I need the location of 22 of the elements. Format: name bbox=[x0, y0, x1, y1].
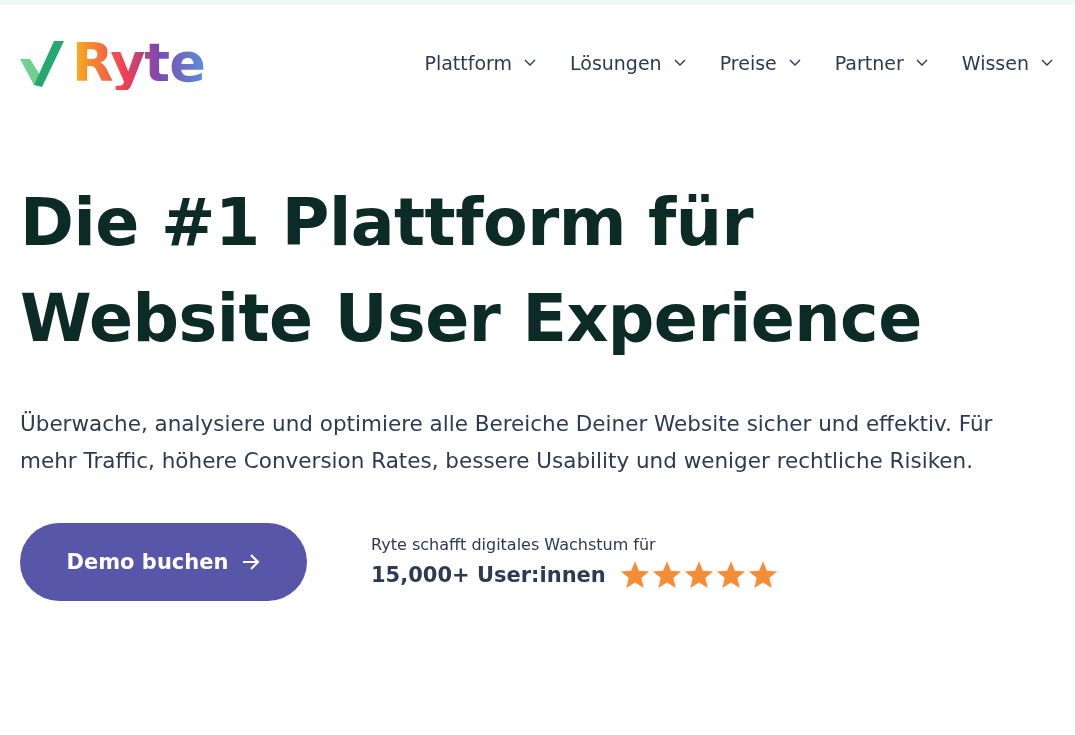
star-icon bbox=[747, 559, 778, 590]
checkmark-icon bbox=[20, 39, 64, 87]
nav-menu-item[interactable]: Lösungen bbox=[570, 52, 686, 74]
nav-menu-item[interactable]: Wissen bbox=[961, 52, 1053, 74]
arrow-right-icon bbox=[242, 554, 261, 570]
nav-menu-item[interactable]: Partner bbox=[834, 52, 928, 74]
star-icon bbox=[715, 559, 746, 590]
book-demo-button[interactable]: Demo buchen bbox=[20, 523, 307, 601]
hero-headline: Die #1 Plattform für Website User Experience bbox=[20, 184, 923, 358]
hero-description: Überwache, analysiere und optimiere alle Bereiche Deiner Website sicher und effektiv. Für mehr Traffic, höhere Conversion Rates, bessere Usability und weniger rechtliche Risiken. bbox=[20, 410, 994, 475]
star-icon bbox=[619, 559, 650, 590]
chevron-down-icon bbox=[524, 59, 536, 67]
chevron-down-icon bbox=[915, 59, 928, 67]
social-proof-caption: Ryte schafft digitales Wachstum für bbox=[371, 534, 657, 554]
nav-menu-item[interactable]: Plattform bbox=[424, 52, 536, 74]
star-icon bbox=[651, 559, 682, 590]
user-count: 15,000+ User:innen bbox=[371, 562, 606, 587]
chevron-down-icon bbox=[1041, 59, 1053, 67]
chevron-down-icon bbox=[673, 59, 686, 67]
nav-menu-item[interactable]: Preise bbox=[719, 52, 801, 74]
chevron-down-icon bbox=[788, 59, 801, 67]
star-icon bbox=[683, 559, 714, 590]
